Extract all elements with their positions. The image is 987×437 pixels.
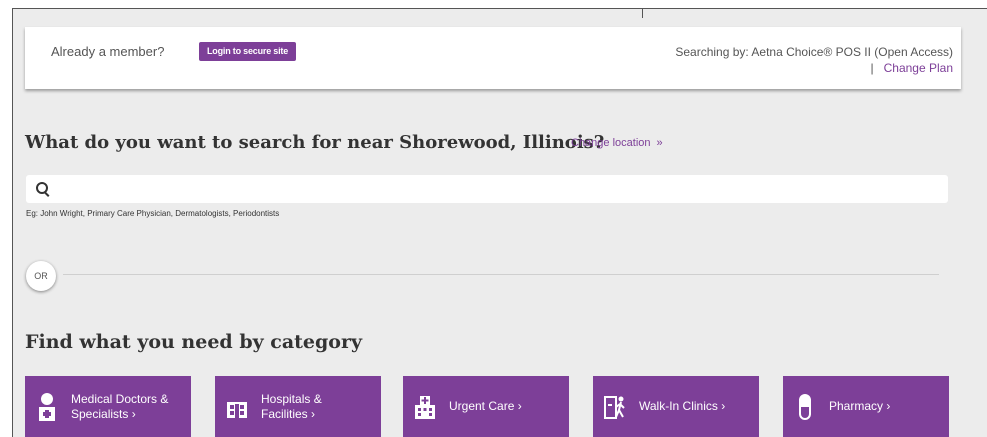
plan-info: Searching by: Aetna Choice® POS II (Open… [675, 44, 953, 76]
or-badge: OR [26, 261, 56, 291]
category-label: Medical Doctors & Specialists › [71, 392, 169, 421]
category-label: Urgent Care › [449, 399, 522, 413]
login-button[interactable]: Login to secure site [199, 42, 297, 61]
pharmacy-icon [799, 394, 811, 420]
category-label: Pharmacy › [829, 399, 891, 413]
search-hint: Eg: John Wright, Primary Care Physician,… [26, 209, 280, 218]
category-label: Hospitals & Facilities › [261, 392, 322, 421]
walk-in-clinic-icon [604, 396, 625, 419]
member-bar: Already a member? Login to secure site S… [25, 27, 961, 89]
plan-separator: | [870, 61, 874, 75]
search-box[interactable] [26, 175, 948, 205]
category-tile-walk-in-clinics[interactable]: Walk-In Clinics › [593, 376, 759, 437]
search-icon [36, 182, 48, 194]
category-tile-pharmacy[interactable]: Pharmacy › [783, 376, 949, 437]
frame-divider [642, 9, 643, 18]
doctor-icon [39, 393, 55, 421]
or-divider-line [63, 274, 939, 275]
searching-by-text: Searching by: Aetna Choice® POS II (Open… [675, 45, 953, 59]
page-frame: Already a member? Login to secure site S… [12, 8, 987, 437]
member-prompt: Already a member? [51, 44, 165, 59]
search-heading: What do you want to search for near Shor… [25, 132, 605, 153]
category-label: Walk-In Clinics › [639, 399, 726, 413]
change-plan-link[interactable]: Change Plan [884, 61, 953, 75]
change-location-label: Change location [571, 137, 651, 149]
category-tile-urgent-care[interactable]: Urgent Care › [403, 376, 569, 437]
change-location-link[interactable]: Change location » [571, 137, 663, 149]
category-heading: Find what you need by category [25, 331, 363, 353]
category-tile-medical-doctors[interactable]: Medical Doctors & Specialists › [25, 376, 191, 437]
urgent-care-icon [415, 396, 435, 419]
search-input[interactable] [54, 175, 938, 205]
category-tile-hospitals[interactable]: Hospitals & Facilities › [215, 376, 381, 437]
hospital-icon [227, 402, 247, 418]
double-chevron-icon: » [656, 137, 663, 149]
